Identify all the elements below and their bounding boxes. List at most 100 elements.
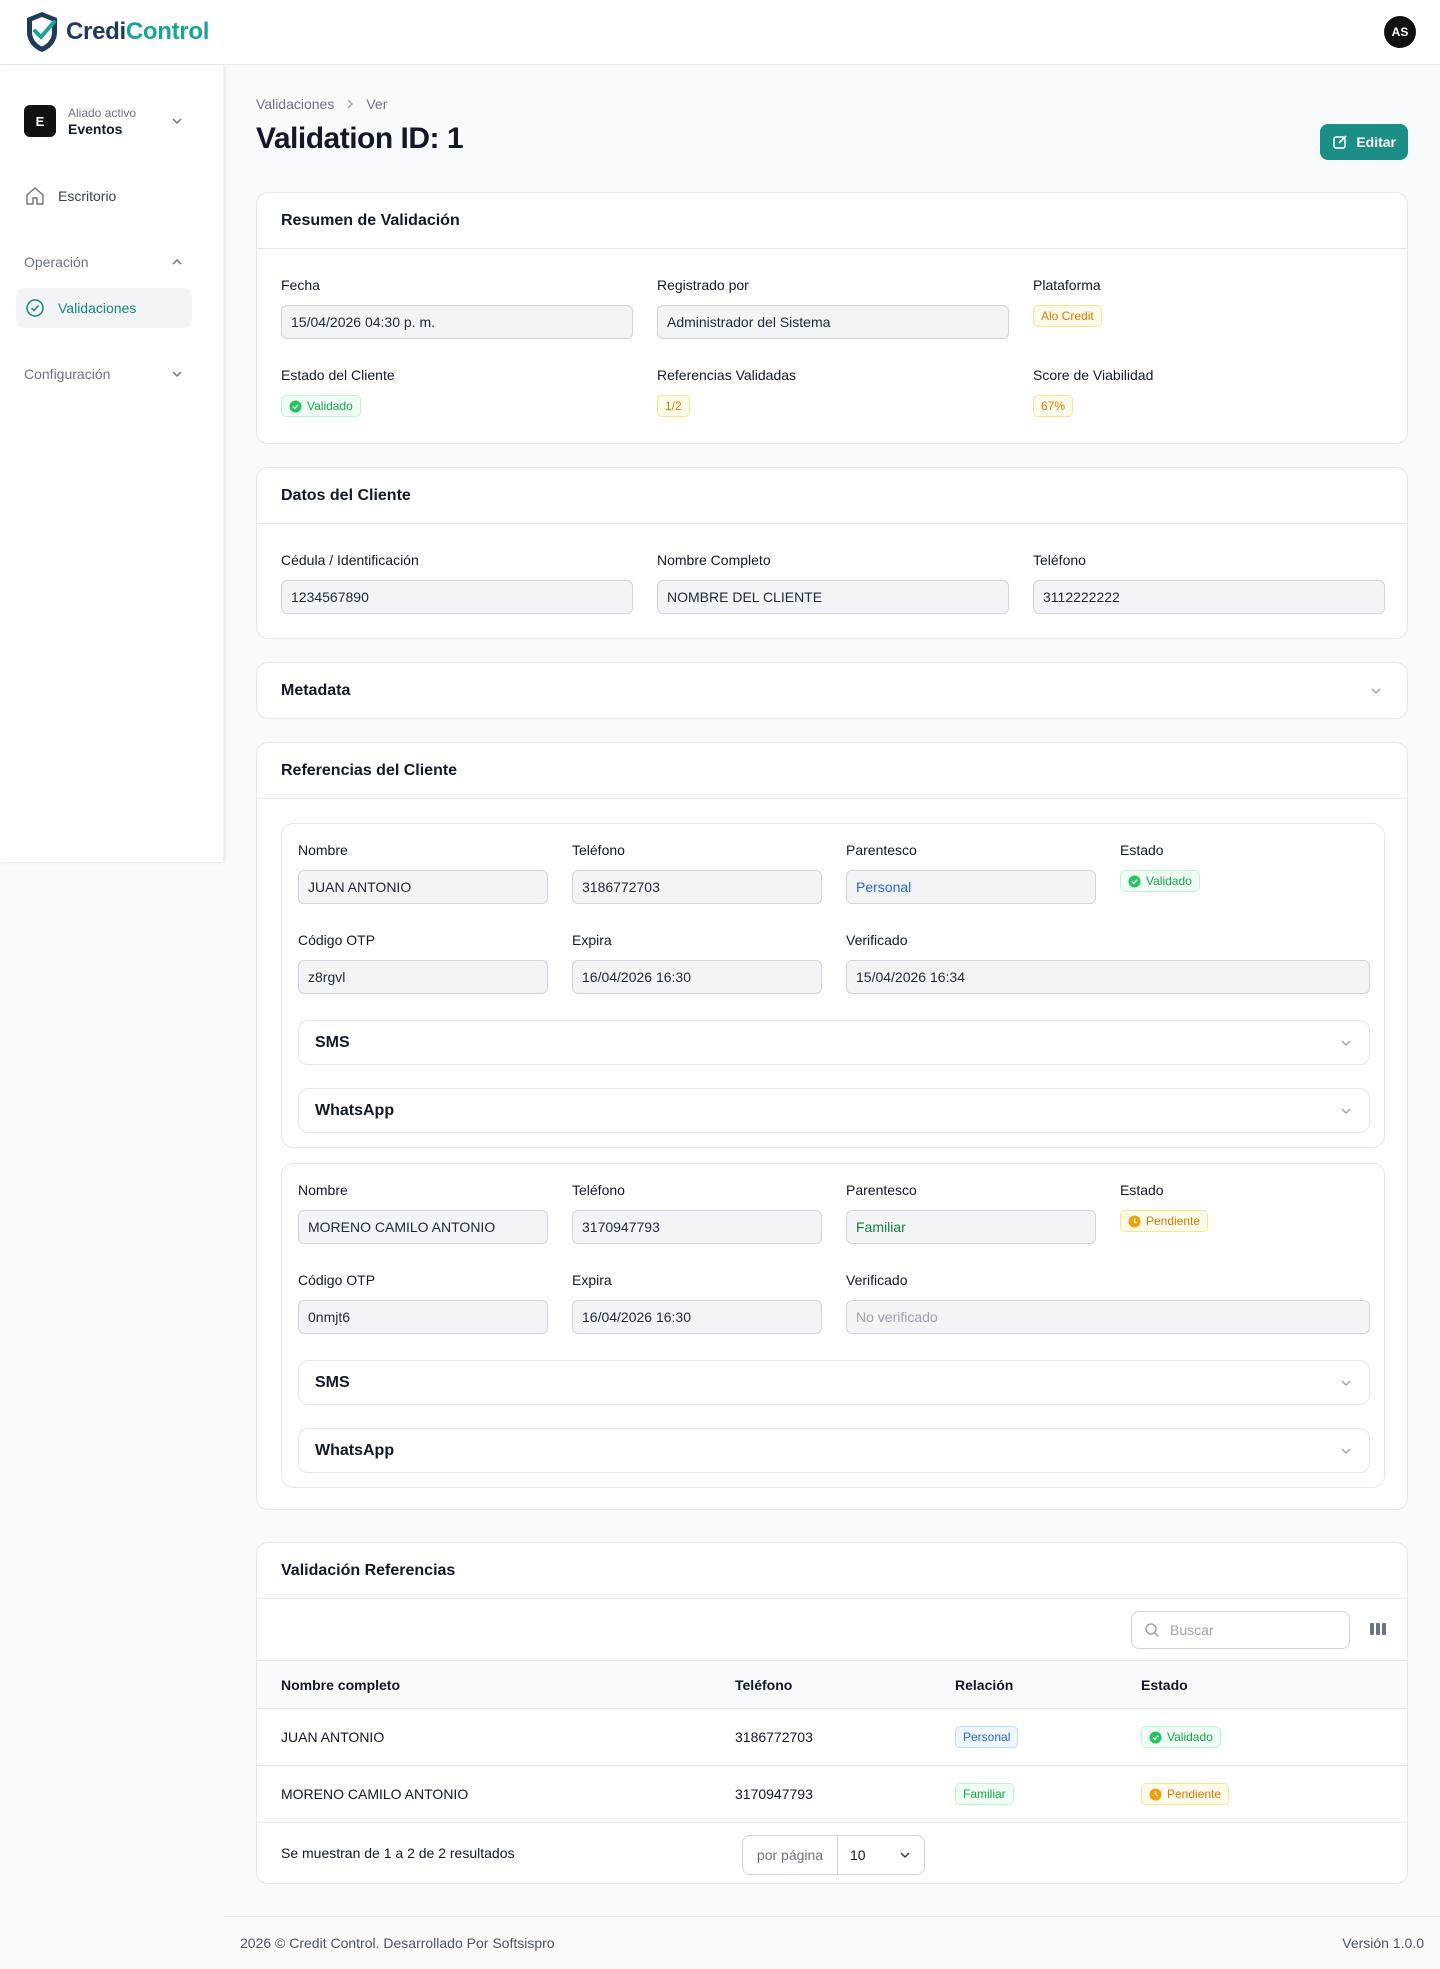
- chevron-down-icon: [1371, 687, 1381, 694]
- check-circle-icon: [289, 400, 302, 412]
- score-badge: 67%: [1033, 395, 1074, 417]
- sms-accordion[interactable]: SMS: [298, 1360, 1370, 1405]
- cell-relation: Personal: [955, 1709, 1019, 1765]
- ref-verified-input: No verificado: [846, 1300, 1370, 1334]
- top-bar: CrediControl AS: [0, 0, 1440, 65]
- column-header-name[interactable]: Nombre completo: [281, 1661, 400, 1708]
- ref-relation-input: Personal: [846, 870, 1096, 904]
- chevron-down-icon: [172, 371, 182, 378]
- search-placeholder: Buscar: [1170, 1622, 1214, 1638]
- brand-logo[interactable]: CrediControl: [24, 10, 209, 54]
- ref-phone-input: 3186772703: [572, 870, 822, 904]
- columns-icon[interactable]: [1368, 1619, 1388, 1639]
- ref-status-field: Estado Validado: [1120, 842, 1370, 892]
- column-header-status[interactable]: Estado: [1141, 1661, 1188, 1708]
- relation-badge: Personal: [955, 1726, 1019, 1748]
- cell-name: MORENO CAMILO ANTONIO: [281, 1786, 469, 1802]
- table-footer: Se muestran de 1 a 2 de 2 resultados por…: [257, 1823, 1407, 1883]
- chevron-down-icon: [1341, 1107, 1351, 1114]
- edit-label: Editar: [1356, 134, 1396, 150]
- ref-expires-input: 16/04/2026 16:30: [572, 960, 822, 994]
- client-name-input: NOMBRE DEL CLIENTE: [657, 580, 1009, 614]
- references-title: Referencias del Cliente: [257, 743, 1407, 799]
- tenant-switcher[interactable]: E Aliado activo Eventos: [24, 105, 184, 137]
- page-footer: 2026 © Credit Control. Desarrollado Por …: [224, 1916, 1440, 1969]
- metadata-accordion[interactable]: Metadata: [256, 662, 1408, 719]
- column-header-phone[interactable]: Teléfono: [735, 1661, 792, 1708]
- ref-expires-input: 16/04/2026 16:30: [572, 1300, 822, 1334]
- summary-card: Resumen de Validación Fecha 15/04/2026 0…: [256, 192, 1408, 444]
- ref-verified-field: Verificado 15/04/2026 16:34: [846, 932, 1370, 994]
- check-circle-icon: [26, 299, 44, 317]
- cell-relation: Familiar: [955, 1766, 1014, 1822]
- clock-icon: [1149, 1788, 1162, 1800]
- group-label: Configuración: [24, 366, 111, 382]
- tenant-badge: E: [24, 105, 56, 137]
- client-title: Datos del Cliente: [257, 468, 1407, 524]
- whatsapp-accordion[interactable]: WhatsApp: [298, 1428, 1370, 1473]
- tenant-name: Eventos: [68, 120, 123, 137]
- status-badge: Validado: [1141, 1726, 1221, 1748]
- ref-relation-input: Familiar: [846, 1210, 1096, 1244]
- group-label: Operación: [24, 254, 89, 270]
- ref-otp-input: 0nmjt6: [298, 1300, 548, 1334]
- sidebar-item-validations[interactable]: Validaciones: [16, 288, 192, 328]
- date-input: 15/04/2026 04:30 p. m.: [281, 305, 633, 339]
- chevron-down-icon: [1341, 1039, 1351, 1046]
- per-page-select[interactable]: por página 10: [742, 1835, 925, 1875]
- ref-relation-field: Parentesco Personal: [846, 842, 1096, 904]
- per-page-value[interactable]: 10: [838, 1836, 924, 1874]
- ref-otp-field: Código OTP 0nmjt6: [298, 1272, 548, 1334]
- summary-title: Resumen de Validación: [257, 193, 1407, 249]
- client-phone-field: Teléfono 3112222222: [1033, 552, 1385, 614]
- home-icon: [26, 187, 44, 205]
- reference-item: Nombre MORENO CAMILO ANTONIO Teléfono 31…: [281, 1163, 1385, 1488]
- table-row[interactable]: JUAN ANTONIO 3186772703 Personal Validad…: [257, 1709, 1407, 1766]
- whatsapp-title: WhatsApp: [315, 1101, 395, 1119]
- status-badge: Validado: [1120, 870, 1200, 892]
- sidebar-group-operation[interactable]: Operación: [24, 254, 184, 270]
- user-avatar[interactable]: AS: [1384, 16, 1416, 48]
- chevron-up-icon: [172, 258, 182, 265]
- ref-name-field: Nombre MORENO CAMILO ANTONIO: [298, 1182, 548, 1244]
- edit-icon: [1333, 135, 1347, 149]
- sidebar-item-dashboard[interactable]: Escritorio: [16, 176, 192, 216]
- client-phone-input: 3112222222: [1033, 580, 1385, 614]
- registered-field: Registrado por Administrador del Sistema: [657, 277, 1009, 339]
- cell-status: Validado: [1141, 1709, 1221, 1765]
- sidebar: E Aliado activo Eventos Escritorio Opera…: [0, 65, 224, 862]
- sms-accordion[interactable]: SMS: [298, 1020, 1370, 1065]
- per-page-label: por página: [743, 1836, 838, 1874]
- sidebar-group-config[interactable]: Configuración: [24, 366, 184, 382]
- cell-phone: 3186772703: [735, 1729, 813, 1745]
- ref-relation-field: Parentesco Familiar: [846, 1182, 1096, 1244]
- ref-expires-field: Expira 16/04/2026 16:30: [572, 932, 822, 994]
- page-title: Validation ID: 1: [256, 122, 464, 155]
- table-row[interactable]: MORENO CAMILO ANTONIO 3170947793 Familia…: [257, 1766, 1407, 1823]
- ref-verified-input: 15/04/2026 16:34: [846, 960, 1370, 994]
- column-header-relation[interactable]: Relación: [955, 1661, 1013, 1708]
- whatsapp-accordion[interactable]: WhatsApp: [298, 1088, 1370, 1133]
- status-badge: Pendiente: [1141, 1783, 1230, 1805]
- ref-verified-field: Verificado No verificado: [846, 1272, 1370, 1334]
- chevron-right-icon: [347, 99, 354, 109]
- search-input[interactable]: Buscar: [1131, 1611, 1350, 1649]
- brand-name: CrediControl: [66, 18, 210, 45]
- table-header: Nombre completo Teléfono Relación Estado: [257, 1661, 1407, 1709]
- table-title: Validación Referencias: [257, 1543, 1407, 1599]
- check-circle-icon: [1128, 875, 1141, 887]
- copyright-text: 2026 © Credit Control. Desarrollado Por …: [240, 1935, 555, 1951]
- breadcrumb-validations[interactable]: Validaciones: [256, 96, 334, 112]
- edit-button[interactable]: Editar: [1320, 124, 1408, 160]
- client-name-field: Nombre Completo NOMBRE DEL CLIENTE: [657, 552, 1009, 614]
- status-badge: Validado: [281, 395, 361, 417]
- platform-field: Plataforma Alo Credit: [1033, 277, 1385, 327]
- sidebar-item-label: Escritorio: [58, 188, 117, 204]
- validation-table-card: Validación Referencias Buscar Nombre com…: [256, 1542, 1408, 1884]
- ref-expires-field: Expira 16/04/2026 16:30: [572, 1272, 822, 1334]
- results-text: Se muestran de 1 a 2 de 2 resultados: [281, 1845, 515, 1861]
- sms-title: SMS: [315, 1373, 350, 1391]
- client-card: Datos del Cliente Cédula / Identificació…: [256, 467, 1408, 639]
- ref-status-field: Estado Pendiente: [1120, 1182, 1370, 1232]
- cell-phone: 3170947793: [735, 1786, 813, 1802]
